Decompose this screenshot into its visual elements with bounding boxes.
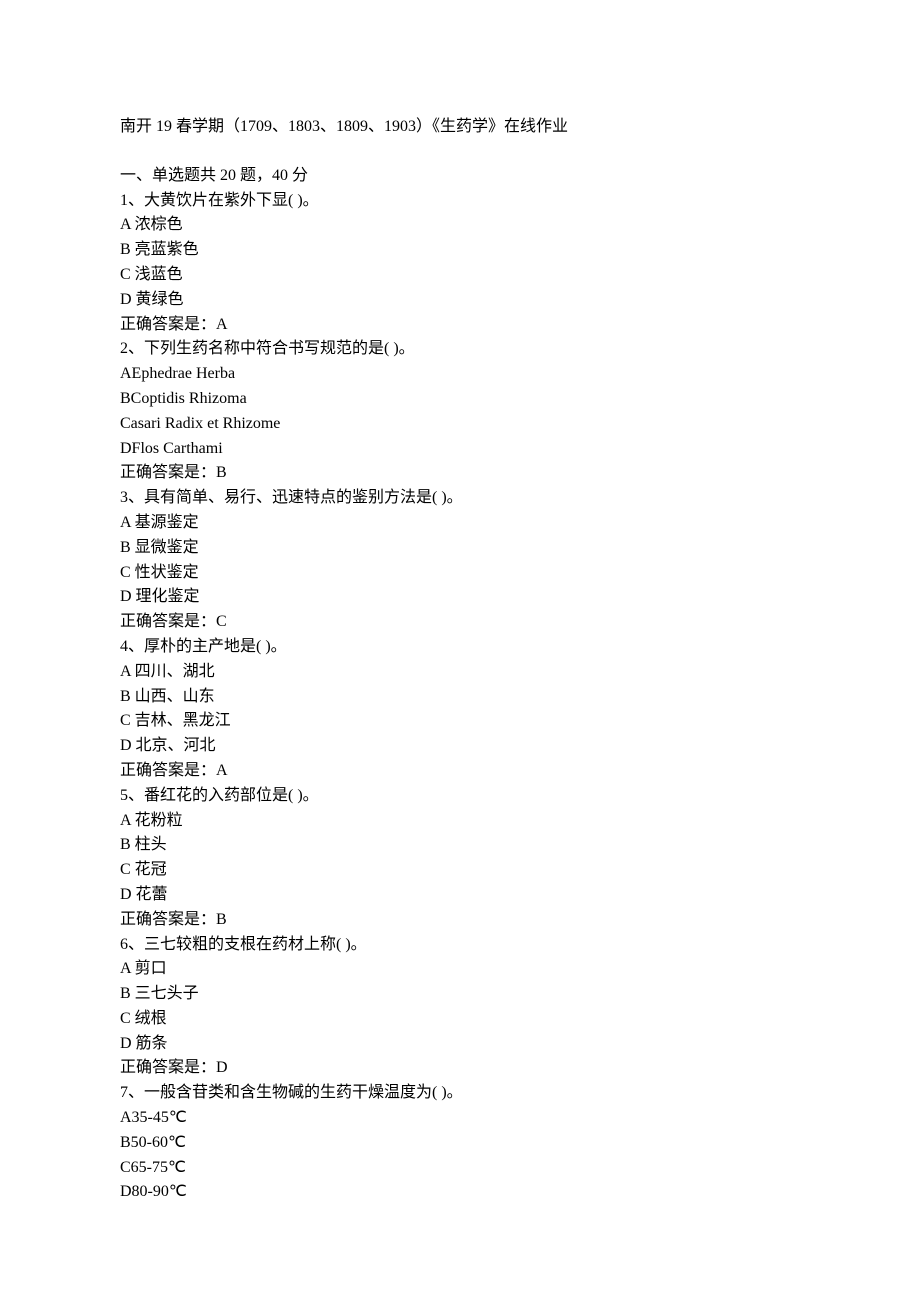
question-option: C 绒根 bbox=[120, 1007, 800, 1032]
question-option: B 三七头子 bbox=[120, 982, 800, 1007]
question-stem: 1、大黄饮片在紫外下显( )。 bbox=[120, 189, 800, 214]
question-option: B 山西、山东 bbox=[120, 685, 800, 710]
question-option: C65-75℃ bbox=[120, 1156, 800, 1181]
question-stem: 3、具有简单、易行、迅速特点的鉴别方法是( )。 bbox=[120, 486, 800, 511]
question-option: B 亮蓝紫色 bbox=[120, 238, 800, 263]
question-answer: 正确答案是：A bbox=[120, 759, 800, 784]
document-page: 南开 19 春学期（1709、1803、1809、1903）《生药学》在线作业 … bbox=[0, 0, 920, 1302]
question-option: D 北京、河北 bbox=[120, 734, 800, 759]
question-option: D80-90℃ bbox=[120, 1180, 800, 1205]
question-option: C 浅蓝色 bbox=[120, 263, 800, 288]
question-option: D 黄绿色 bbox=[120, 288, 800, 313]
question-answer: 正确答案是：D bbox=[120, 1056, 800, 1081]
question-option: BCoptidis Rhizoma bbox=[120, 387, 800, 412]
question-option: B 显微鉴定 bbox=[120, 536, 800, 561]
question-stem: 4、厚朴的主产地是( )。 bbox=[120, 635, 800, 660]
question-option: D 花蕾 bbox=[120, 883, 800, 908]
question-option: C 吉林、黑龙江 bbox=[120, 709, 800, 734]
question-option: A 浓棕色 bbox=[120, 213, 800, 238]
question-option: A 四川、湖北 bbox=[120, 660, 800, 685]
question-stem: 7、一般含苷类和含生物碱的生药干燥温度为( )。 bbox=[120, 1081, 800, 1106]
question-option: C 花冠 bbox=[120, 858, 800, 883]
question-stem: 6、三七较粗的支根在药材上称( )。 bbox=[120, 933, 800, 958]
question-answer: 正确答案是：B bbox=[120, 461, 800, 486]
question-option: DFlos Carthami bbox=[120, 437, 800, 462]
question-option: A 花粉粒 bbox=[120, 809, 800, 834]
question-option: AEphedrae Herba bbox=[120, 362, 800, 387]
question-option: A 基源鉴定 bbox=[120, 511, 800, 536]
question-answer: 正确答案是：B bbox=[120, 908, 800, 933]
question-option: C 性状鉴定 bbox=[120, 561, 800, 586]
question-option: Casari Radix et Rhizome bbox=[120, 412, 800, 437]
question-stem: 2、下列生药名称中符合书写规范的是( )。 bbox=[120, 337, 800, 362]
question-answer: 正确答案是：C bbox=[120, 610, 800, 635]
doc-title: 南开 19 春学期（1709、1803、1809、1903）《生药学》在线作业 bbox=[120, 115, 800, 140]
question-option: B50-60℃ bbox=[120, 1131, 800, 1156]
question-option: A 剪口 bbox=[120, 957, 800, 982]
question-stem: 5、番红花的入药部位是( )。 bbox=[120, 784, 800, 809]
question-option: B 柱头 bbox=[120, 833, 800, 858]
question-answer: 正确答案是：A bbox=[120, 313, 800, 338]
question-option: D 理化鉴定 bbox=[120, 585, 800, 610]
question-option: D 筋条 bbox=[120, 1032, 800, 1057]
section-heading: 一、单选题共 20 题，40 分 bbox=[120, 164, 800, 189]
questions-container: 1、大黄饮片在紫外下显( )。A 浓棕色B 亮蓝紫色C 浅蓝色D 黄绿色正确答案… bbox=[120, 189, 800, 1206]
question-option: A35-45℃ bbox=[120, 1106, 800, 1131]
